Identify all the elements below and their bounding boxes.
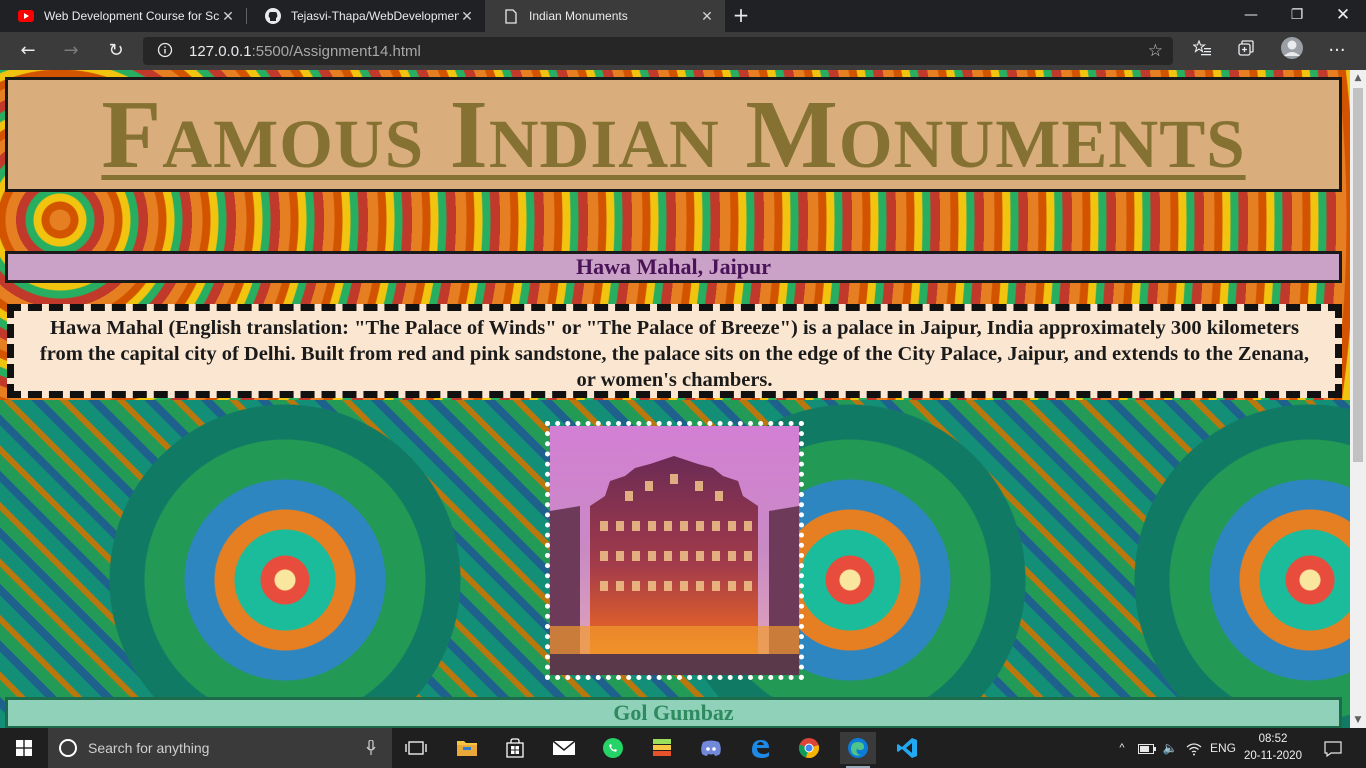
start-button[interactable] — [0, 728, 48, 768]
taskbar-search-box[interactable]: Search for anything — [48, 728, 392, 768]
refresh-button[interactable]: ↻ — [101, 36, 131, 66]
scrollbar-thumb[interactable] — [1353, 88, 1363, 462]
whatsapp-icon[interactable] — [595, 732, 631, 764]
close-tab-icon[interactable]: ✕ — [699, 8, 715, 25]
favorites-list-icon[interactable] — [1187, 36, 1217, 66]
new-tab-button[interactable]: + — [730, 4, 752, 26]
clock-date: 20-11-2020 — [1244, 750, 1302, 762]
scroll-up-arrow-icon[interactable]: ▲ — [1350, 70, 1366, 86]
browser-toolbar: ← → ↻ 127.0.0.1:5500/Assignment14.html ☆… — [0, 32, 1366, 70]
battery-icon[interactable] — [1137, 728, 1157, 768]
windows-taskbar: Search for anything ^ 🔈 ENG 08:52 20-11-… — [0, 728, 1366, 768]
task-view-icon[interactable] — [398, 732, 434, 764]
edge-icon[interactable] — [840, 732, 876, 768]
url-host: 127.0.0.1 — [189, 43, 252, 60]
restore-button[interactable]: ❐ — [1274, 0, 1320, 32]
favorite-star-icon[interactable]: ☆ — [1148, 41, 1163, 61]
tab-title: Tejasvi-Thapa/WebDevelopment — [291, 9, 459, 23]
page-viewport: Famous Indian Monuments Hawa Mahal, Jaip… — [0, 70, 1350, 728]
close-window-button[interactable]: ✕ — [1320, 0, 1366, 32]
show-hidden-icons-icon[interactable]: ^ — [1114, 728, 1130, 768]
url-text: 127.0.0.1:5500/Assignment14.html — [189, 43, 421, 60]
discord-icon[interactable] — [693, 732, 729, 764]
system-clock[interactable]: 08:52 20-11-2020 — [1238, 731, 1308, 765]
scroll-down-arrow-icon[interactable]: ▼ — [1350, 712, 1366, 728]
language-indicator[interactable]: ENG — [1208, 728, 1238, 768]
vertical-scrollbar[interactable]: ▲ ▼ — [1350, 70, 1366, 728]
browser-tab-strip: Web Development Course for Sc ✕ Tejasvi-… — [0, 0, 1366, 32]
minimize-button[interactable]: — — [1228, 0, 1274, 32]
notification-center-icon[interactable] — [1318, 728, 1348, 768]
vscode-icon[interactable] — [889, 732, 925, 764]
bluestacks-icon[interactable] — [644, 732, 680, 764]
page-title: Famous Indian Monuments — [101, 81, 1246, 189]
taskbar-search-placeholder: Search for anything — [88, 740, 210, 756]
forward-button[interactable]: → — [56, 36, 86, 66]
mail-icon[interactable] — [546, 732, 582, 764]
hawa-mahal-photo-frame — [545, 421, 804, 680]
close-tab-icon[interactable]: ✕ — [220, 8, 236, 25]
profile-avatar[interactable] — [1277, 36, 1307, 66]
section-heading-gol-gumbaz: Gol Gumbaz — [5, 697, 1342, 728]
collections-icon[interactable] — [1231, 36, 1261, 66]
wifi-icon[interactable] — [1184, 728, 1204, 768]
github-icon — [265, 8, 281, 24]
more-options-icon[interactable]: ··· — [1322, 36, 1352, 66]
tab-title: Web Development Course for Sc — [44, 9, 220, 23]
microphone-icon[interactable] — [366, 740, 376, 756]
cortana-circle-icon — [59, 739, 77, 757]
clock-time: 08:52 — [1258, 733, 1288, 745]
url-path: :5500/Assignment14.html — [251, 43, 421, 60]
store-icon[interactable] — [497, 732, 533, 764]
windows-logo-icon — [16, 740, 32, 756]
file-explorer-icon[interactable] — [449, 732, 485, 764]
page-title-box: Famous Indian Monuments — [5, 77, 1342, 192]
tab-title: Indian Monuments — [529, 9, 628, 23]
volume-icon[interactable]: 🔈 — [1160, 728, 1180, 768]
tab-indian-monuments[interactable]: Indian Monuments ✕ — [485, 0, 725, 32]
tab-github-webdevelopment[interactable]: Tejasvi-Thapa/WebDevelopment ✕ — [247, 0, 485, 32]
address-bar[interactable]: 127.0.0.1:5500/Assignment14.html ☆ — [143, 37, 1173, 65]
close-tab-icon[interactable]: ✕ — [459, 8, 475, 25]
back-button[interactable]: ← — [13, 36, 43, 66]
chrome-icon[interactable] — [791, 732, 827, 764]
section-description-hawa-mahal: Hawa Mahal (English translation: "The Pa… — [7, 304, 1342, 398]
edge-legacy-icon[interactable] — [742, 732, 778, 764]
hawa-mahal-image — [550, 426, 799, 675]
info-icon[interactable] — [157, 42, 173, 58]
youtube-icon — [18, 8, 34, 24]
tab-web-development-course[interactable]: Web Development Course for Sc ✕ — [0, 0, 246, 32]
section-heading-hawa-mahal: Hawa Mahal, Jaipur — [5, 251, 1342, 283]
page-icon — [503, 8, 519, 24]
